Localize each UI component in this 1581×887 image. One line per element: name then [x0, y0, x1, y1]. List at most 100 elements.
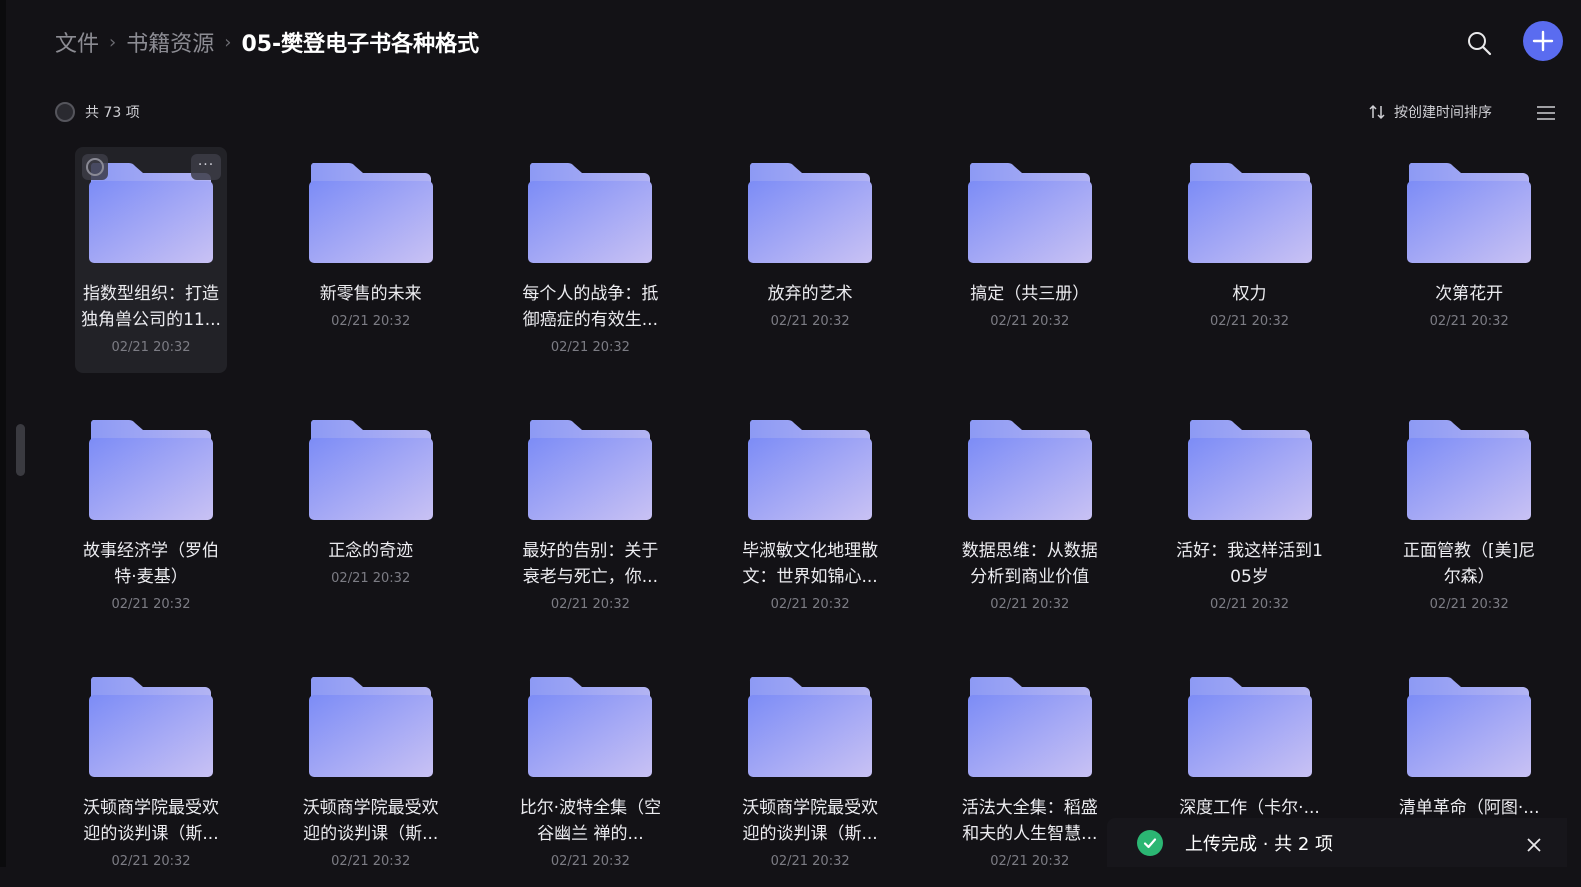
folder-name: 毕淑敏文化地理散文：世界如锦心... 02/21 20:32: [734, 538, 886, 618]
folder-name-text: 沃顿商学院最受欢迎的谈判课（斯...: [302, 798, 439, 844]
folder-item[interactable]: 沃顿商学院最受欢迎的谈判课（斯... 02/21 20:32: [75, 661, 227, 887]
folder-item[interactable]: 最好的告别：关于衰老与死亡，你... 02/21 20:32: [514, 404, 666, 630]
item-count: 共 73 项: [85, 105, 140, 121]
check-circle-icon: [1137, 829, 1163, 856]
add-button[interactable]: [1523, 21, 1563, 61]
breadcrumb-item-files[interactable]: 文件: [55, 26, 99, 58]
folder-name: 数据思维：从数据分析到商业价值 02/21 20:32: [954, 538, 1106, 618]
folder-name-text: 权力: [1232, 284, 1267, 304]
folder-icon: [308, 163, 433, 263]
folder-date: 02/21 20:32: [111, 854, 191, 869]
toast-close-button[interactable]: [1523, 834, 1545, 856]
folder-icon: [308, 420, 433, 520]
scrollbar-handle[interactable]: [16, 424, 25, 476]
folder-name-text: 活好：我这样活到105岁: [1176, 541, 1323, 587]
folder-item[interactable]: ··· 指数型组织：打造独角兽公司的11... 02/21 20:32: [75, 147, 227, 373]
folder-item[interactable]: 次第花开 02/21 20:32: [1393, 147, 1545, 373]
folder-name: 故事经济学（罗伯特·麦基） 02/21 20:32: [75, 538, 227, 618]
folder-date: 02/21 20:32: [331, 571, 411, 586]
folder-name: 沃顿商学院最受欢迎的谈判课（斯... 02/21 20:32: [734, 795, 886, 875]
folder-item[interactable]: 放弃的艺术 02/21 20:32: [734, 147, 886, 373]
folder-name: 每个人的战争：抵御癌症的有效生... 02/21 20:32: [514, 281, 666, 361]
folder-item[interactable]: 每个人的战争：抵御癌症的有效生... 02/21 20:32: [514, 147, 666, 373]
folder-name-text: 新零售的未来: [319, 284, 422, 304]
folder-item[interactable]: 故事经济学（罗伯特·麦基） 02/21 20:32: [75, 404, 227, 630]
folder-date: 02/21 20:32: [770, 854, 850, 869]
folder-item[interactable]: 正面管教（[美]尼尔森） 02/21 20:32: [1393, 404, 1545, 630]
folder-item[interactable]: 活法大全集：稻盛和夫的人生智慧... 02/21 20:32: [954, 661, 1106, 887]
folder-icon: [89, 677, 213, 777]
view-toggle-button[interactable]: [1535, 104, 1557, 122]
folder-item[interactable]: 沃顿商学院最受欢迎的谈判课（斯... 02/21 20:32: [295, 661, 447, 887]
folder-name-text: 比尔·波特全集（空谷幽兰 禅的...: [519, 798, 662, 844]
folder-name: 正念的奇迹 02/21 20:32: [295, 538, 447, 592]
select-all-checkbox[interactable]: [55, 102, 75, 122]
folder-item[interactable]: 正念的奇迹 02/21 20:32: [295, 404, 447, 630]
folder-name-text: 沃顿商学院最受欢迎的谈判课（斯...: [742, 798, 879, 844]
folder-date: 02/21 20:32: [111, 597, 191, 612]
folder-icon: [1187, 163, 1312, 263]
item-select-checkbox[interactable]: [82, 154, 108, 180]
folder-item[interactable]: 比尔·波特全集（空谷幽兰 禅的... 02/21 20:32: [514, 661, 666, 887]
folder-date: 02/21 20:32: [1209, 314, 1290, 329]
page-title: 05-樊登电子书各种格式: [241, 32, 480, 57]
folder-name: 放弃的艺术 02/21 20:32: [734, 281, 886, 335]
sort-arrows-icon: [1369, 104, 1385, 120]
sort-label: 按创建时间排序: [1394, 105, 1492, 121]
folder-name: 沃顿商学院最受欢迎的谈判课（斯... 02/21 20:32: [295, 795, 447, 875]
folder-name: 新零售的未来 02/21 20:32: [295, 281, 447, 335]
folder-date: 02/21 20:32: [550, 597, 630, 612]
folder-name: 沃顿商学院最受欢迎的谈判课（斯... 02/21 20:32: [75, 795, 227, 875]
folder-name: 正面管教（[美]尼尔森） 02/21 20:32: [1393, 538, 1545, 618]
breadcrumb-item-book-resources[interactable]: 书籍资源: [126, 26, 214, 58]
folder-name-text: 毕淑敏文化地理散文：世界如锦心...: [742, 541, 879, 587]
more-options-button[interactable]: ···: [191, 154, 221, 180]
folder-item[interactable]: 数据思维：从数据分析到商业价值 02/21 20:32: [954, 404, 1106, 630]
folder-icon: [1187, 677, 1312, 777]
folder-icon: [1187, 420, 1312, 520]
folder-icon: [748, 420, 873, 520]
folder-item[interactable]: 搞定（共三册） 02/21 20:32: [954, 147, 1106, 373]
folder-icon: [967, 163, 1092, 263]
plus-icon: [1532, 30, 1554, 52]
folder-item[interactable]: 新零售的未来 02/21 20:32: [295, 147, 447, 373]
item-count-bar: 共 73 项: [55, 102, 140, 122]
folder-name-text: 放弃的艺术: [767, 284, 853, 304]
breadcrumb-separator: ›: [224, 31, 232, 53]
folder-name-text: 活法大全集：稻盛和夫的人生智慧...: [961, 798, 1098, 844]
breadcrumb: 文件 › 书籍资源 › 05-樊登电子书各种格式: [55, 22, 479, 62]
folder-name: 权力 02/21 20:32: [1174, 281, 1326, 335]
folder-item[interactable]: 沃顿商学院最受欢迎的谈判课（斯... 02/21 20:32: [734, 661, 886, 887]
sort-button[interactable]: 按创建时间排序: [1368, 102, 1492, 122]
folder-name: 比尔·波特全集（空谷幽兰 禅的... 02/21 20:32: [514, 795, 666, 875]
search-button[interactable]: [1464, 28, 1494, 58]
upload-toast: 上传完成 · 共 2 项: [1107, 818, 1567, 867]
folder-date: 02/21 20:32: [1429, 597, 1509, 612]
folder-date: 02/21 20:32: [990, 314, 1070, 329]
breadcrumb-separator: ›: [109, 31, 117, 53]
folder-name-text: 故事经济学（罗伯特·麦基）: [83, 541, 219, 587]
window-left-edge: [0, 0, 6, 867]
folder-date: 02/21 20:32: [770, 597, 850, 612]
folder-date: 02/21 20:32: [550, 854, 630, 869]
folder-item[interactable]: 活好：我这样活到105岁 02/21 20:32: [1174, 404, 1326, 630]
folder-date: 02/21 20:32: [331, 854, 411, 869]
folder-name-text: 沃顿商学院最受欢迎的谈判课（斯...: [83, 798, 219, 844]
folder-icon: [1407, 420, 1532, 520]
folder-name: 次第花开 02/21 20:32: [1393, 281, 1545, 335]
folder-icon: [748, 163, 873, 263]
folder-name-text: 正念的奇迹: [328, 541, 414, 561]
folder-icon: [967, 677, 1092, 777]
folder-name-text: 次第花开: [1435, 284, 1504, 304]
folder-name: 最好的告别：关于衰老与死亡，你... 02/21 20:32: [514, 538, 666, 618]
folder-name-text: 数据思维：从数据分析到商业价值: [961, 541, 1098, 587]
folder-date: 02/21 20:32: [990, 597, 1070, 612]
folder-item[interactable]: 权力 02/21 20:32: [1174, 147, 1326, 373]
close-icon: [1527, 838, 1541, 852]
folder-icon: [1407, 163, 1532, 263]
folder-icon: [528, 163, 653, 263]
folder-date: 02/21 20:32: [1429, 314, 1509, 329]
folder-name-text: 每个人的战争：抵御癌症的有效生...: [522, 284, 659, 330]
folder-date: 02/21 20:32: [111, 340, 191, 355]
folder-item[interactable]: 毕淑敏文化地理散文：世界如锦心... 02/21 20:32: [734, 404, 886, 630]
